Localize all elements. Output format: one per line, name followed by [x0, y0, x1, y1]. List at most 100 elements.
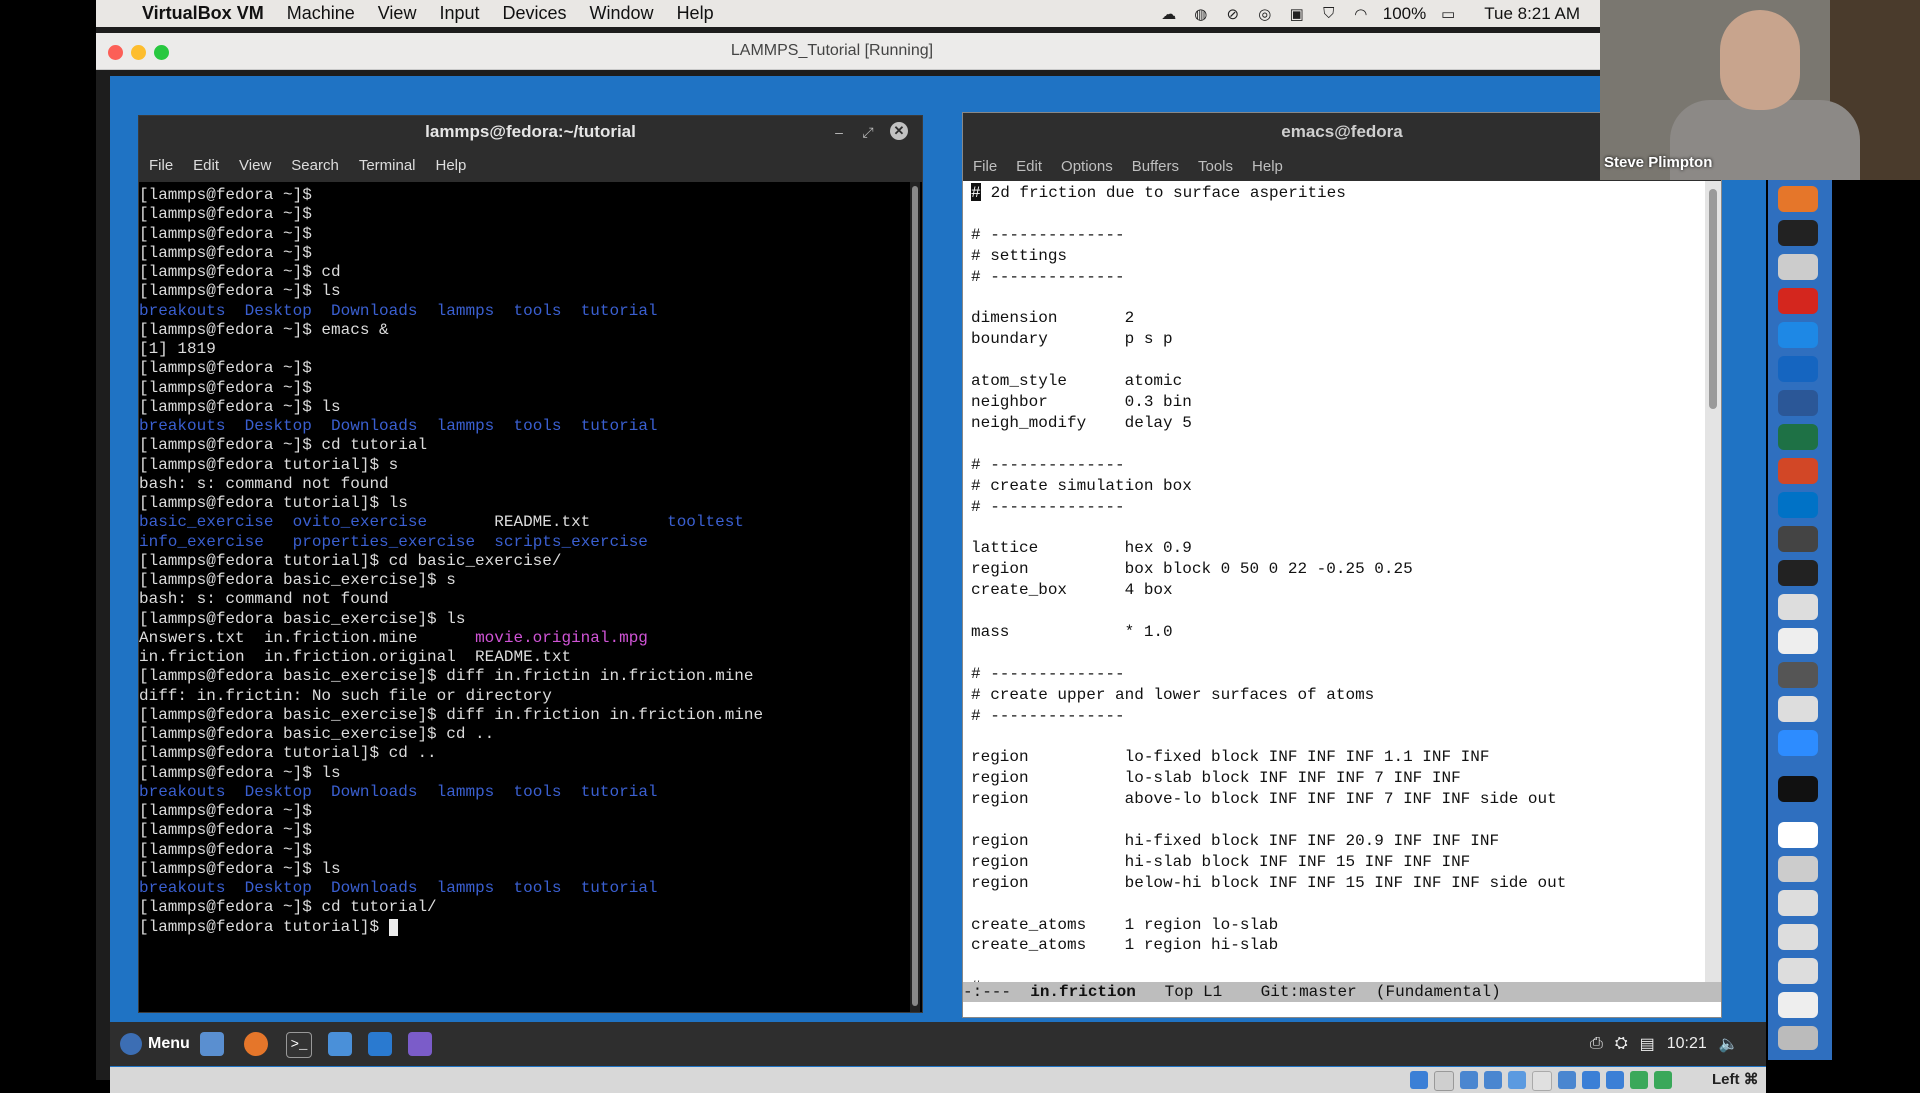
terminal-menu-view[interactable]: View — [239, 157, 271, 174]
close-icon[interactable]: ✕ — [890, 122, 908, 140]
emacs-line: dimension 2 — [971, 309, 1135, 328]
mac-clock[interactable]: Tue 8:21 AM — [1484, 4, 1580, 24]
mail-dock-icon[interactable] — [1778, 992, 1818, 1018]
terminal-line: breakouts Desktop Downloads lammps tools… — [139, 783, 658, 802]
emacs-launcher-icon[interactable] — [408, 1032, 432, 1056]
display-dock-icon[interactable] — [1778, 776, 1818, 802]
emacs-line: atom_style atomic — [971, 372, 1183, 391]
x11-dock-icon[interactable] — [1778, 560, 1818, 586]
menu-devices[interactable]: Devices — [503, 3, 567, 24]
battery-percent: 100% — [1382, 3, 1427, 23]
wifi-icon[interactable]: ◠ — [1351, 5, 1371, 23]
emacs-scrollbar[interactable] — [1705, 181, 1721, 982]
trash-icon[interactable] — [1778, 1026, 1818, 1050]
printer-icon[interactable]: ⎙ — [1590, 1035, 1603, 1053]
terminal-menu-help[interactable]: Help — [436, 157, 467, 174]
airdrop-icon[interactable]: ◎ — [1255, 5, 1275, 23]
shared-folder-icon[interactable] — [1532, 1071, 1552, 1091]
emacs-menu-edit[interactable]: Edit — [1016, 158, 1042, 175]
virtualbox-dock-icon[interactable] — [1778, 696, 1818, 722]
vbox-device-icons — [1410, 1071, 1672, 1091]
emacs-menu-help[interactable]: Help — [1252, 158, 1283, 175]
firefox-icon[interactable] — [244, 1032, 268, 1056]
menu-view[interactable]: View — [378, 3, 417, 24]
terminal-titlebar[interactable]: lammps@fedora:~/tutorial – ⤢ ✕ — [139, 116, 922, 149]
minimize-icon[interactable]: – — [829, 122, 849, 142]
modeline-prefix: -:--- — [963, 983, 1031, 1001]
menu-input[interactable]: Input — [439, 3, 479, 24]
show-desktop-icon[interactable] — [200, 1032, 224, 1056]
clipboard-icon[interactable]: ▤ — [1640, 1034, 1655, 1054]
settings-dock-icon[interactable] — [1778, 662, 1818, 688]
terminal-menu-search[interactable]: Search — [291, 157, 339, 174]
emacs-menu-buffers[interactable]: Buffers — [1132, 158, 1179, 175]
keyboard-capture-icon[interactable] — [1654, 1071, 1672, 1089]
display-icon[interactable] — [1558, 1071, 1576, 1089]
terminal-menu-edit[interactable]: Edit — [193, 157, 219, 174]
start-menu-button[interactable]: Menu — [120, 1030, 190, 1058]
emacs-line: region above-lo block INF INF INF 7 INF … — [971, 790, 1557, 809]
network-icon[interactable]: ⛭ — [1615, 1035, 1628, 1053]
terminal-menu-terminal[interactable]: Terminal — [359, 157, 416, 174]
browser-dock-icon[interactable] — [1778, 322, 1818, 348]
terminal-line: info_exercise properties_exercise script… — [139, 533, 648, 552]
documents-dock-icon[interactable] — [1778, 958, 1818, 984]
emacs-menu-options[interactable]: Options — [1061, 158, 1113, 175]
restore-icon[interactable]: ⤢ — [858, 122, 878, 142]
zoom-dock-icon[interactable] — [1778, 730, 1818, 756]
usb-icon[interactable] — [1508, 1071, 1526, 1089]
terminal-scrollbar[interactable] — [910, 182, 920, 1012]
files-icon[interactable] — [328, 1032, 352, 1056]
terminal-dock-icon[interactable] — [1778, 220, 1818, 246]
bluetooth-icon[interactable]: ▣ — [1287, 5, 1307, 23]
acrobat-dock-icon[interactable] — [1778, 288, 1818, 314]
emacs-scroll-thumb[interactable] — [1709, 189, 1717, 409]
emacs-menu-tools[interactable]: Tools — [1198, 158, 1233, 175]
menu-window[interactable]: Window — [590, 3, 654, 24]
virtualbox-titlebar[interactable]: LAMMPS_Tutorial [Running] — [96, 33, 1600, 70]
kdiff-dock-icon[interactable] — [1778, 594, 1818, 620]
terminal-output[interactable]: [lammps@fedora ~]$ [lammps@fedora ~]$ [l… — [139, 182, 909, 1012]
search-circle-icon[interactable]: ⊘ — [1223, 5, 1243, 23]
optical-drive-icon[interactable] — [1434, 1071, 1454, 1091]
firefox-dock-icon[interactable] — [1778, 186, 1818, 212]
menu-help[interactable]: Help — [677, 3, 714, 24]
downloads-dock-icon[interactable] — [1778, 856, 1818, 882]
cloud-icon[interactable]: ☁ — [1159, 5, 1179, 23]
outlook-dock-icon[interactable] — [1778, 492, 1818, 518]
taskbar-clock[interactable]: 10:21 — [1667, 1035, 1707, 1053]
audio-icon[interactable] — [1460, 1071, 1478, 1089]
folder-dock-icon[interactable] — [1778, 890, 1818, 916]
emacs-menu-file[interactable]: File — [973, 158, 997, 175]
terminal-text: [lammps@fedora ~]$ ls — [139, 859, 341, 878]
menu-app-name[interactable]: VirtualBox VM — [142, 3, 264, 24]
cpu-icon[interactable] — [1606, 1071, 1624, 1089]
printer-dock-icon[interactable] — [1778, 254, 1818, 280]
excel-dock-icon[interactable] — [1778, 424, 1818, 450]
mouse-integration-icon[interactable] — [1630, 1071, 1648, 1089]
shield-icon[interactable]: ⛉ — [1319, 5, 1339, 23]
folder-dock-icon-2[interactable] — [1778, 924, 1818, 950]
terminal-scroll-thumb[interactable] — [912, 186, 918, 1006]
terminal-launcher-icon[interactable]: >_ — [286, 1032, 312, 1058]
terminal-menu-file[interactable]: File — [149, 157, 173, 174]
emacs-minibuffer[interactable] — [963, 1002, 1721, 1017]
preview-dock-icon[interactable] — [1778, 628, 1818, 654]
search-dock-icon[interactable] — [1778, 356, 1818, 382]
battery-icon[interactable]: ▭ — [1438, 5, 1458, 23]
terminal-text: README.txt — [427, 513, 668, 532]
app-dock-icon-1[interactable] — [1778, 526, 1818, 552]
recording-icon[interactable] — [1582, 1071, 1600, 1089]
menu-machine[interactable]: Machine — [287, 3, 355, 24]
powerpoint-dock-icon[interactable] — [1778, 458, 1818, 484]
hdd-icon[interactable] — [1410, 1071, 1428, 1089]
globe-icon[interactable]: ◍ — [1191, 5, 1211, 23]
emacs-buffer[interactable]: # 2d friction due to surface asperities … — [963, 181, 1705, 982]
word-dock-icon[interactable] — [1778, 390, 1818, 416]
network-adapter-icon[interactable] — [1484, 1071, 1502, 1089]
vscode-icon[interactable] — [368, 1032, 392, 1056]
volume-icon[interactable]: 🔈 — [1719, 1034, 1739, 1054]
calendar-dock-icon[interactable] — [1778, 822, 1818, 848]
